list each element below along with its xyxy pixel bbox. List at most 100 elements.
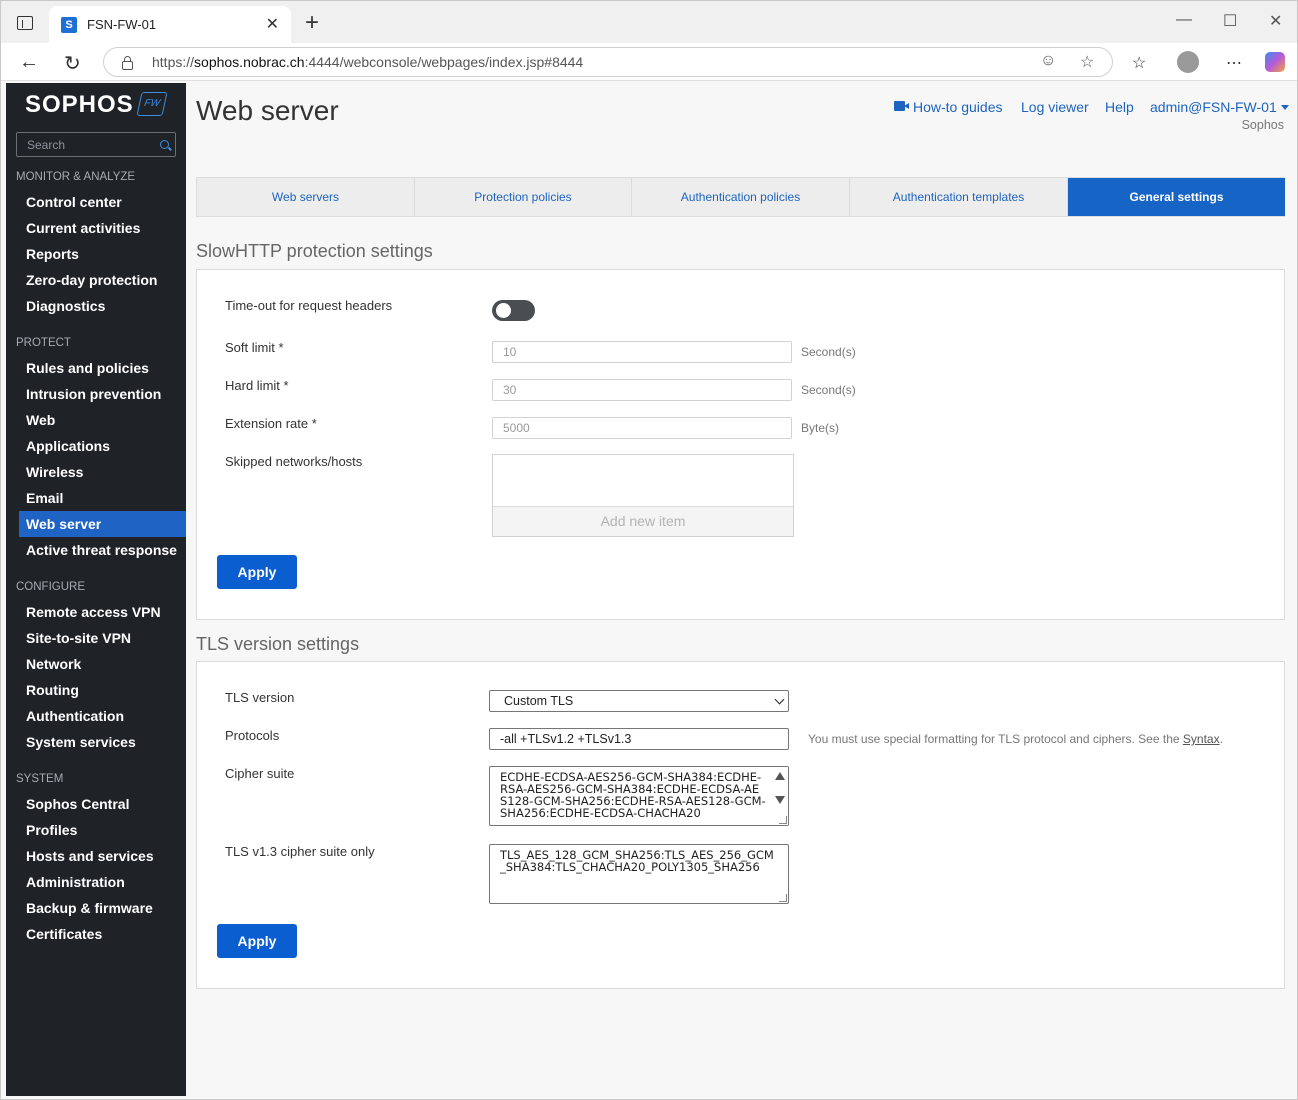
search-icon[interactable] bbox=[160, 140, 169, 149]
hard-limit-label: Hard limit * bbox=[225, 378, 289, 393]
sophos-favicon-icon: S bbox=[61, 17, 77, 33]
soft-limit-unit: Second(s) bbox=[801, 345, 856, 359]
tab-web-servers[interactable]: Web servers bbox=[197, 178, 415, 216]
sidebar-item-network[interactable]: Network bbox=[26, 656, 81, 672]
tls-panel: TLS version Custom TLS Protocols -all +T… bbox=[196, 661, 1285, 989]
sidebar-item-sophos-central[interactable]: Sophos Central bbox=[26, 796, 129, 812]
scroll-up-icon[interactable] bbox=[775, 772, 785, 780]
minimize-icon[interactable]: — bbox=[1176, 11, 1192, 29]
maximize-icon[interactable]: ☐ bbox=[1223, 11, 1237, 31]
video-icon[interactable] bbox=[894, 101, 909, 111]
favorites-icon[interactable]: ☆ bbox=[1132, 53, 1146, 73]
address-toolbar: ← ↻ https://sophos.nobrac.ch:4444/webcon… bbox=[1, 43, 1297, 81]
extension-rate-input[interactable]: 5000 bbox=[492, 417, 792, 439]
protocols-label: Protocols bbox=[225, 728, 280, 743]
sidebar-item-email[interactable]: Email bbox=[26, 490, 63, 506]
organization-name: Sophos bbox=[1241, 118, 1284, 132]
url-field[interactable]: https://sophos.nobrac.ch:4444/webconsole… bbox=[103, 47, 1113, 77]
protocols-input[interactable]: -all +TLSv1.2 +TLSv1.3 bbox=[489, 728, 789, 750]
sidebar-item-backup[interactable]: Backup & firmware bbox=[26, 900, 153, 916]
sidebar-item-wireless[interactable]: Wireless bbox=[26, 464, 83, 480]
sidebar-item-hosts-services[interactable]: Hosts and services bbox=[26, 848, 154, 864]
slowhttp-apply-button[interactable]: Apply bbox=[217, 555, 297, 589]
admin-user: admin@FSN-FW-01 bbox=[1150, 99, 1277, 115]
search-placeholder: Search bbox=[27, 138, 66, 152]
sidebar-item-active-threat[interactable]: Active threat response bbox=[26, 542, 177, 558]
section-system: SYSTEM bbox=[16, 773, 64, 785]
back-icon[interactable]: ← bbox=[19, 51, 39, 74]
sidebar-item-web[interactable]: Web bbox=[26, 412, 55, 428]
sidebar-item-ips[interactable]: Intrusion prevention bbox=[26, 386, 161, 402]
sidebar-item-applications[interactable]: Applications bbox=[26, 438, 110, 454]
sidebar-item-remote-vpn[interactable]: Remote access VPN bbox=[26, 604, 161, 620]
tls13-cipher-textarea[interactable]: TLS_AES_128_GCM_SHA256:TLS_AES_256_GCM_S… bbox=[489, 844, 789, 904]
log-viewer-link[interactable]: Log viewer bbox=[1021, 99, 1089, 115]
reload-icon[interactable]: ↻ bbox=[64, 51, 81, 76]
sidebar-item-diagnostics[interactable]: Diagnostics bbox=[26, 298, 105, 314]
close-tab-icon[interactable]: ✕ bbox=[266, 14, 279, 34]
page-title: Web server bbox=[196, 95, 339, 126]
cipher-suite-text: ECDHE-ECDSA-AES256-GCM-SHA384:ECDHE-RSA-… bbox=[500, 770, 766, 820]
sidebar-item-system-services[interactable]: System services bbox=[26, 734, 136, 750]
lock-icon[interactable] bbox=[122, 56, 133, 70]
sidebar-item-reports[interactable]: Reports bbox=[26, 246, 79, 262]
browser-tab-strip: S FSN-FW-01 ✕ + — ☐ ✕ bbox=[1, 1, 1297, 43]
section-protect: PROTECT bbox=[16, 337, 71, 349]
tab-auth-templates[interactable]: Authentication templates bbox=[850, 178, 1068, 216]
sidebar-search-input[interactable]: Search bbox=[16, 132, 176, 157]
hard-limit-unit: Second(s) bbox=[801, 383, 856, 397]
browser-tab[interactable]: S FSN-FW-01 ✕ bbox=[49, 6, 291, 43]
extension-rate-unit: Byte(s) bbox=[801, 421, 840, 435]
section-configure: CONFIGURE bbox=[16, 581, 85, 593]
copilot-icon[interactable] bbox=[1265, 52, 1285, 72]
sidebar-item-rules[interactable]: Rules and policies bbox=[26, 360, 149, 376]
howto-guides-link[interactable]: How-to guides bbox=[913, 99, 1003, 115]
sidebar: SOPHOS FW Search MONITOR & ANALYZE Contr… bbox=[6, 83, 186, 1096]
resize-grip-icon[interactable] bbox=[779, 894, 787, 902]
sidebar-item-current-activities[interactable]: Current activities bbox=[26, 220, 140, 236]
sidebar-item-profiles[interactable]: Profiles bbox=[26, 822, 77, 838]
cipher-suite-label: Cipher suite bbox=[225, 766, 295, 781]
profile-avatar-icon[interactable] bbox=[1177, 51, 1199, 73]
tls-version-select[interactable]: Custom TLS bbox=[489, 690, 789, 712]
sidebar-item-control-center[interactable]: Control center bbox=[26, 194, 122, 210]
sidebar-item-administration[interactable]: Administration bbox=[26, 874, 125, 890]
new-tab-icon[interactable]: + bbox=[305, 9, 319, 37]
more-menu-icon[interactable]: ⋯ bbox=[1226, 53, 1242, 73]
reader-mode-icon[interactable]: ☺ bbox=[1040, 52, 1056, 70]
skipped-hosts-list[interactable]: Add new item bbox=[492, 454, 794, 537]
tab-general-settings[interactable]: General settings bbox=[1068, 178, 1285, 216]
favorite-star-icon[interactable]: ☆ bbox=[1080, 52, 1094, 72]
soft-limit-input[interactable]: 10 bbox=[492, 341, 792, 363]
tab-protection-policies[interactable]: Protection policies bbox=[415, 178, 632, 216]
close-window-icon[interactable]: ✕ bbox=[1269, 11, 1282, 31]
admin-menu[interactable]: admin@FSN-FW-01 bbox=[1150, 99, 1289, 115]
chevron-down-icon bbox=[774, 694, 785, 705]
extension-rate-label: Extension rate * bbox=[225, 416, 317, 431]
browser-tab-title: FSN-FW-01 bbox=[87, 17, 157, 32]
tab-actions-icon[interactable] bbox=[17, 16, 33, 30]
hard-limit-input[interactable]: 30 bbox=[492, 379, 792, 401]
syntax-link[interactable]: Syntax bbox=[1183, 732, 1220, 746]
tab-auth-policies[interactable]: Authentication policies bbox=[632, 178, 850, 216]
tls-version-value: Custom TLS bbox=[504, 694, 574, 708]
sidebar-item-authentication[interactable]: Authentication bbox=[26, 708, 124, 724]
help-link[interactable]: Help bbox=[1105, 99, 1134, 115]
scroll-down-icon[interactable] bbox=[775, 796, 785, 804]
resize-grip-icon[interactable] bbox=[779, 816, 787, 824]
tab-bar: Web servers Protection policies Authenti… bbox=[196, 177, 1285, 217]
add-new-item-button[interactable]: Add new item bbox=[493, 506, 793, 536]
sophos-logo: SOPHOS bbox=[25, 91, 134, 118]
syntax-hint: You must use special formatting for TLS … bbox=[808, 732, 1223, 746]
sidebar-item-web-server[interactable]: Web server bbox=[19, 511, 186, 537]
sidebar-item-routing[interactable]: Routing bbox=[26, 682, 79, 698]
cipher-suite-textarea[interactable]: ECDHE-ECDSA-AES256-GCM-SHA384:ECDHE-RSA-… bbox=[489, 766, 789, 826]
soft-limit-label: Soft limit * bbox=[225, 340, 284, 355]
sidebar-item-certificates[interactable]: Certificates bbox=[26, 926, 102, 942]
sidebar-item-s2s-vpn[interactable]: Site-to-site VPN bbox=[26, 630, 131, 646]
tls-apply-button[interactable]: Apply bbox=[217, 924, 297, 958]
sidebar-item-zero-day[interactable]: Zero-day protection bbox=[26, 272, 157, 288]
tls13-cipher-text: TLS_AES_128_GCM_SHA256:TLS_AES_256_GCM_S… bbox=[500, 848, 774, 874]
browser-window: S FSN-FW-01 ✕ + — ☐ ✕ ← ↻ https://sophos… bbox=[0, 0, 1298, 1100]
timeout-toggle[interactable] bbox=[492, 300, 535, 321]
